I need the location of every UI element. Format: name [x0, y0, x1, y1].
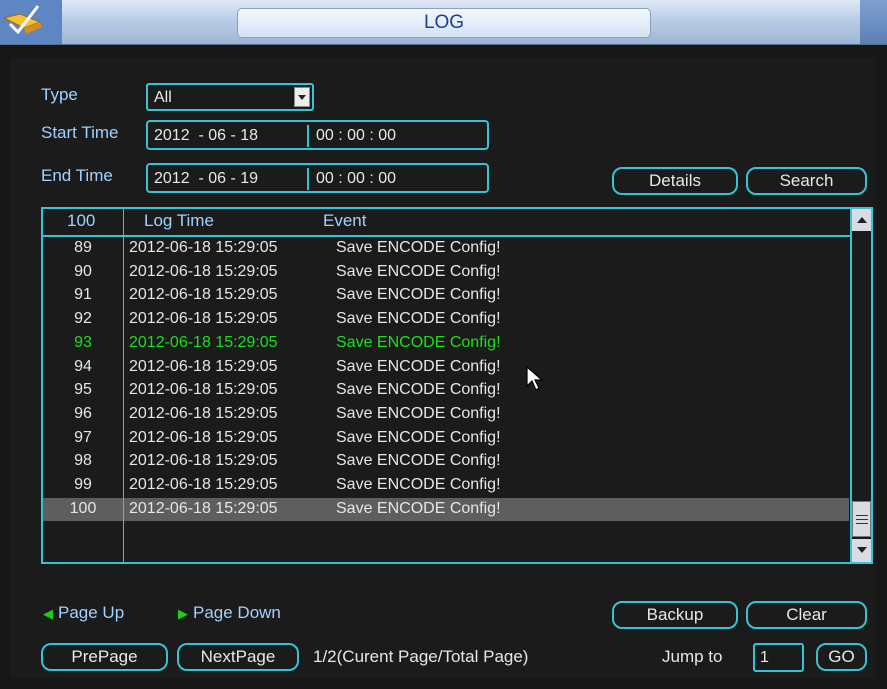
- log-window: LOG Type All Start Time 2012 - 06 - 18 0…: [0, 0, 887, 689]
- jump-page-value: 1: [760, 649, 769, 666]
- table-row[interactable]: 93 2012-06-18 15:29:05 Save ENCODE Config!: [43, 332, 849, 355]
- table-row[interactable]: 94 2012-06-18 15:29:05 Save ENCODE Config!: [43, 356, 849, 379]
- scroll-up-icon[interactable]: [852, 209, 871, 231]
- start-date[interactable]: 2012 - 06 - 18: [154, 127, 258, 145]
- row-number: 89: [74, 239, 92, 256]
- row-event: Save ENCODE Config!: [336, 333, 501, 351]
- end-time-label: End Time: [41, 166, 113, 185]
- scrollbar[interactable]: [850, 209, 871, 562]
- row-event: Save ENCODE Config!: [336, 310, 501, 328]
- table-row[interactable]: 90 2012-06-18 15:29:05 Save ENCODE Config!: [43, 261, 849, 284]
- go-button[interactable]: GO: [816, 643, 867, 671]
- row-log-time: 2012-06-18 15:29:05: [129, 310, 278, 328]
- table-row[interactable]: 92 2012-06-18 15:29:05 Save ENCODE Config!: [43, 308, 849, 331]
- row-event: Save ENCODE Config!: [336, 499, 501, 517]
- row-event: Save ENCODE Config!: [336, 239, 501, 256]
- end-date[interactable]: 2012 - 06 - 19: [154, 170, 258, 188]
- scroll-thumb[interactable]: [852, 501, 871, 537]
- row-event: Save ENCODE Config!: [336, 381, 501, 399]
- row-event: Save ENCODE Config!: [336, 452, 501, 470]
- row-number: 96: [74, 404, 92, 422]
- dropdown-arrow-icon[interactable]: [294, 87, 310, 107]
- jump-page-input[interactable]: 1: [753, 643, 804, 672]
- header-log-time: Log Time: [144, 211, 214, 230]
- row-log-time: 2012-06-18 15:29:05: [129, 476, 278, 493]
- row-number: 90: [74, 262, 92, 280]
- column-divider: [123, 209, 124, 562]
- row-number: 99: [74, 476, 92, 493]
- row-number: 97: [74, 428, 92, 446]
- header-event: Event: [323, 211, 367, 230]
- row-log-time: 2012-06-18 15:29:05: [129, 499, 278, 517]
- row-log-time: 2012-06-18 15:29:05: [129, 333, 278, 351]
- row-number: 100: [69, 499, 97, 517]
- table-row[interactable]: 96 2012-06-18 15:29:05 Save ENCODE Config!: [43, 403, 849, 426]
- page-up-icon: ◀: [43, 606, 53, 621]
- row-log-time: 2012-06-18 15:29:05: [129, 428, 278, 446]
- table-row[interactable]: 100 2012-06-18 15:29:05 Save ENCODE Config…: [43, 497, 849, 521]
- field-divider: [307, 125, 309, 147]
- row-log-time: 2012-06-18 15:29:05: [129, 262, 278, 280]
- app-logo-icon: [0, 0, 62, 44]
- details-button[interactable]: Details: [612, 167, 738, 195]
- table-row[interactable]: 98 2012-06-18 15:29:05 Save ENCODE Config!: [43, 450, 849, 473]
- jump-to-label: Jump to: [662, 647, 723, 666]
- page-info: 1/2(Curent Page/Total Page): [313, 647, 529, 666]
- title-bar: LOG: [0, 0, 887, 45]
- row-number: 93: [74, 333, 92, 351]
- row-event: Save ENCODE Config!: [336, 357, 501, 375]
- row-event: Save ENCODE Config!: [336, 286, 501, 304]
- clear-button[interactable]: Clear: [746, 601, 867, 629]
- table-row[interactable]: 95 2012-06-18 15:29:05 Save ENCODE Config!: [43, 379, 849, 402]
- row-log-time: 2012-06-18 15:29:05: [129, 452, 278, 470]
- row-log-time: 2012-06-18 15:29:05: [129, 381, 278, 399]
- row-number: 92: [74, 310, 92, 328]
- row-number: 94: [74, 357, 92, 375]
- row-number: 98: [74, 452, 92, 470]
- table-row[interactable]: 97 2012-06-18 15:29:05 Save ENCODE Config!: [43, 427, 849, 450]
- table-row[interactable]: 91 2012-06-18 15:29:05 Save ENCODE Config!: [43, 284, 849, 307]
- title-pill: LOG: [237, 8, 651, 38]
- header-count: 100: [67, 211, 96, 230]
- log-table: 100 Log Time Event 89 2012-06-18 15:29:05…: [41, 207, 873, 564]
- row-event: Save ENCODE Config!: [336, 262, 501, 280]
- field-divider: [307, 168, 309, 190]
- start-clock[interactable]: 00 : 00 : 00: [316, 127, 396, 145]
- nextpage-button[interactable]: NextPage: [177, 643, 299, 671]
- title-bar-edge: [860, 0, 887, 44]
- row-log-time: 2012-06-18 15:29:05: [129, 357, 278, 375]
- backup-button[interactable]: Backup: [612, 601, 738, 629]
- window-title: LOG: [423, 12, 465, 33]
- start-time-field[interactable]: 2012 - 06 - 18 00 : 00 : 00: [146, 120, 489, 150]
- row-number: 91: [74, 286, 92, 304]
- end-time-field[interactable]: 2012 - 06 - 19 00 : 00 : 00: [146, 163, 489, 193]
- row-log-time: 2012-06-18 15:29:05: [129, 286, 278, 304]
- row-event: Save ENCODE Config!: [336, 476, 501, 493]
- table-row[interactable]: 89 2012-06-18 15:29:05 Save ENCODE Config!: [43, 237, 849, 260]
- row-log-time: 2012-06-18 15:29:05: [129, 404, 278, 422]
- row-log-time: 2012-06-18 15:29:05: [129, 239, 278, 256]
- scroll-down-icon[interactable]: [852, 539, 871, 562]
- row-event: Save ENCODE Config!: [336, 428, 501, 446]
- search-button[interactable]: Search: [746, 167, 867, 195]
- type-value: All: [154, 89, 172, 106]
- page-up-label: Page Up: [58, 603, 125, 622]
- page-down-icon: ▶: [178, 606, 188, 621]
- prepage-button[interactable]: PrePage: [41, 643, 168, 671]
- page-down-control[interactable]: ▶ Page Down: [178, 603, 281, 623]
- start-time-label: Start Time: [41, 123, 119, 142]
- type-label: Type: [41, 85, 78, 104]
- table-header: 100 Log Time Event: [43, 209, 850, 237]
- row-event: Save ENCODE Config!: [336, 404, 501, 422]
- row-number: 95: [74, 381, 92, 399]
- page-up-control[interactable]: ◀ Page Up: [43, 603, 124, 623]
- table-row[interactable]: 99 2012-06-18 15:29:05 Save ENCODE Config!: [43, 474, 849, 497]
- end-clock[interactable]: 00 : 00 : 00: [316, 170, 396, 188]
- type-select[interactable]: All: [146, 83, 314, 111]
- mouse-cursor-icon: [526, 366, 544, 391]
- page-down-label: Page Down: [193, 603, 281, 622]
